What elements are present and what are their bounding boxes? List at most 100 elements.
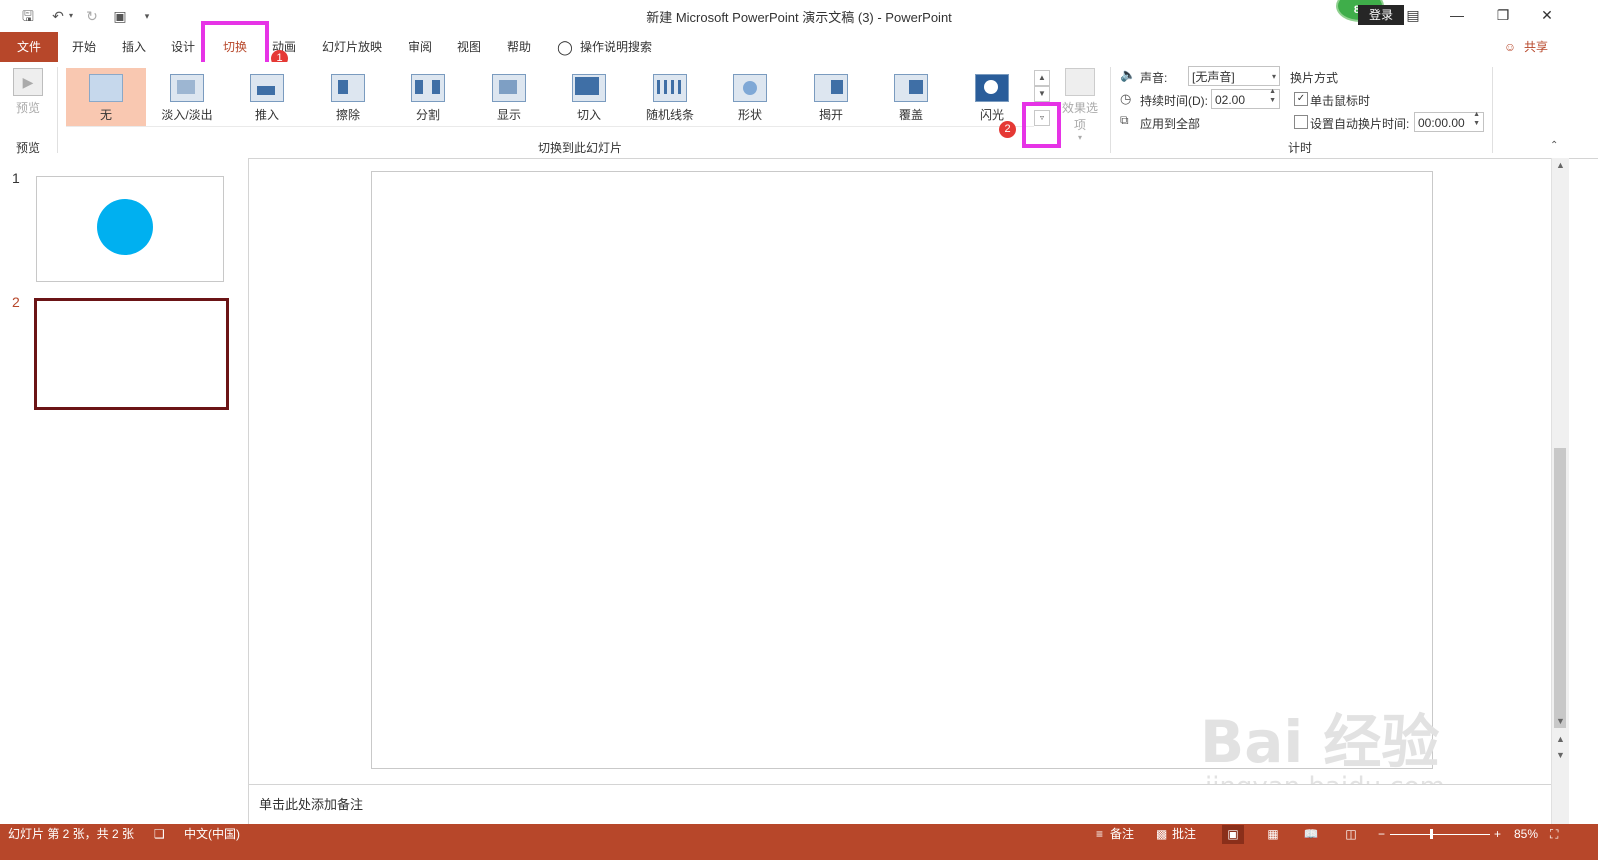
- ribbon-display-options-icon[interactable]: ▤: [1398, 4, 1428, 26]
- sound-value: [无声音]: [1192, 70, 1235, 84]
- speaker-icon: 🔈: [1120, 67, 1137, 82]
- tab-file[interactable]: 文件: [0, 32, 58, 62]
- transition-label: 形状: [737, 108, 762, 122]
- tab-home[interactable]: 开始: [64, 32, 104, 62]
- effect-options-button[interactable]: 效果选项 ▾: [1058, 68, 1102, 142]
- next-slide-icon[interactable]: ▼: [1555, 750, 1566, 760]
- transition-shape[interactable]: 形状: [710, 68, 790, 126]
- preview-icon: ▶: [13, 68, 43, 96]
- sound-label: 声音:: [1140, 71, 1168, 85]
- duration-label: 持续时间(D):: [1140, 94, 1208, 108]
- previous-slide-icon[interactable]: ▲: [1555, 734, 1566, 744]
- slide-number: 2: [12, 294, 20, 310]
- chevron-down-icon: ▾: [1077, 133, 1082, 142]
- apply-all-icon: ⧉: [1120, 113, 1129, 127]
- scroll-down-icon[interactable]: ▼: [1555, 716, 1566, 726]
- transition-random-bars[interactable]: 随机线条: [630, 68, 710, 126]
- slide-number: 1: [12, 170, 20, 186]
- slide-thumbnail-2[interactable]: [34, 298, 229, 410]
- transition-uncover[interactable]: 揭开: [791, 68, 871, 126]
- spinner-icon[interactable]: ▲ ▼: [1269, 87, 1276, 105]
- transition-cover[interactable]: 覆盖: [871, 68, 951, 126]
- transition-label: 切入: [576, 108, 601, 122]
- status-bar: 幻灯片 第 2 张，共 2 张 ❑ 中文(中国) ≡ 备注 ▩ 批注 ▣ ▦ 📖…: [0, 824, 1598, 860]
- lightbulb-icon: ◯: [557, 39, 573, 55]
- scrollbar-thumb[interactable]: [1554, 448, 1566, 728]
- comments-toggle[interactable]: 批注: [1172, 826, 1196, 843]
- tab-design[interactable]: 设计: [163, 32, 203, 62]
- reveal-icon: [492, 74, 526, 102]
- transition-none[interactable]: 无: [66, 68, 146, 126]
- spinner-icon[interactable]: ▲ ▼: [1473, 110, 1480, 128]
- apply-to-all-button[interactable]: 应用到全部: [1140, 115, 1200, 132]
- watermark-logo: Bai 经验: [1200, 708, 1440, 776]
- transition-label: 显示: [496, 108, 521, 122]
- sound-dropdown[interactable]: [无声音] ▾: [1188, 66, 1280, 86]
- spelling-icon[interactable]: ❑: [154, 826, 165, 843]
- transition-label: 分割: [415, 108, 440, 122]
- transition-label: 推入: [254, 108, 279, 122]
- notes-icon: ≡: [1096, 827, 1104, 841]
- transition-wipe[interactable]: 擦除: [308, 68, 388, 126]
- advance-slide-heading: 换片方式: [1290, 71, 1339, 85]
- blue-circle-shape: [97, 199, 153, 255]
- on-click-checkbox[interactable]: ✓: [1294, 92, 1308, 106]
- zoom-level[interactable]: 85%: [1514, 826, 1538, 843]
- separator: [1110, 67, 1111, 153]
- notes-placeholder: 单击此处添加备注: [259, 797, 364, 812]
- after-time-input[interactable]: 00:00.00 ▲ ▼: [1414, 110, 1484, 132]
- vertical-scrollbar[interactable]: ▲ ▼ ▲ ▼: [1551, 158, 1569, 824]
- transition-split[interactable]: 分割: [388, 68, 468, 126]
- zoom-slider-thumb[interactable]: [1430, 829, 1433, 839]
- slide-canvas[interactable]: [371, 171, 1433, 769]
- transition-none-icon: [89, 74, 123, 102]
- zoom-out-icon[interactable]: −: [1378, 826, 1385, 843]
- duration-input[interactable]: 02.00 ▲ ▼: [1211, 87, 1280, 109]
- minimize-icon[interactable]: —: [1442, 4, 1472, 26]
- gallery-scroll-up-icon[interactable]: ▲: [1034, 70, 1050, 86]
- wipe-icon: [331, 74, 365, 102]
- slide-sorter-icon[interactable]: ▦: [1262, 825, 1284, 844]
- gallery-scroll-down-icon[interactable]: ▼: [1034, 86, 1050, 102]
- zoom-in-icon[interactable]: +: [1494, 826, 1501, 843]
- share-button[interactable]: 共享: [1520, 32, 1552, 62]
- transitions-group-label: 切换到此幻灯片: [537, 141, 622, 155]
- effect-options-label: 效果选项: [1061, 101, 1098, 132]
- chevron-down-icon: ▾: [1271, 72, 1276, 81]
- tab-view[interactable]: 视图: [449, 32, 489, 62]
- transition-reveal[interactable]: 显示: [469, 68, 549, 126]
- normal-view-icon[interactable]: ▣: [1222, 825, 1244, 844]
- cut-icon: [572, 74, 606, 102]
- highlight-box-gallery-more: [1022, 102, 1061, 148]
- after-time-checkbox[interactable]: [1294, 115, 1308, 129]
- person-icon: ☺: [1503, 40, 1517, 54]
- preview-button[interactable]: ▶ 预览: [10, 68, 46, 118]
- scroll-up-icon[interactable]: ▲: [1555, 160, 1566, 170]
- language-indicator[interactable]: 中文(中国): [184, 826, 240, 843]
- notes-toggle[interactable]: 备注: [1110, 826, 1134, 843]
- tab-slideshow[interactable]: 幻灯片放映: [316, 32, 388, 62]
- transition-flash[interactable]: 闪光: [952, 68, 1032, 126]
- transition-label: 淡入/淡出: [161, 108, 213, 122]
- transition-label: 无: [99, 108, 112, 122]
- transition-cut[interactable]: 切入: [549, 68, 629, 126]
- tab-help[interactable]: 帮助: [499, 32, 539, 62]
- restore-icon[interactable]: ❐: [1488, 4, 1518, 26]
- tell-me-search[interactable]: 操作说明搜索: [580, 32, 666, 62]
- comments-icon: ▩: [1156, 827, 1168, 841]
- shape-icon: [733, 74, 767, 102]
- transition-fade[interactable]: 淡入/淡出: [147, 68, 227, 126]
- slide-thumbnail-1[interactable]: [36, 176, 224, 282]
- zoom-slider[interactable]: [1390, 834, 1490, 835]
- close-icon[interactable]: ✕: [1532, 4, 1562, 26]
- separator: [1492, 67, 1493, 153]
- fit-to-window-icon[interactable]: ⛶: [1550, 826, 1558, 843]
- reading-view-icon[interactable]: 📖: [1300, 825, 1322, 844]
- fade-icon: [170, 74, 204, 102]
- tab-insert[interactable]: 插入: [114, 32, 154, 62]
- slideshow-view-icon[interactable]: ◫: [1340, 825, 1362, 844]
- tab-review[interactable]: 审阅: [400, 32, 440, 62]
- collapse-ribbon-icon[interactable]: ⌃: [1550, 140, 1558, 151]
- transition-push[interactable]: 推入: [227, 68, 307, 126]
- notes-pane[interactable]: 单击此处添加备注: [249, 784, 1551, 825]
